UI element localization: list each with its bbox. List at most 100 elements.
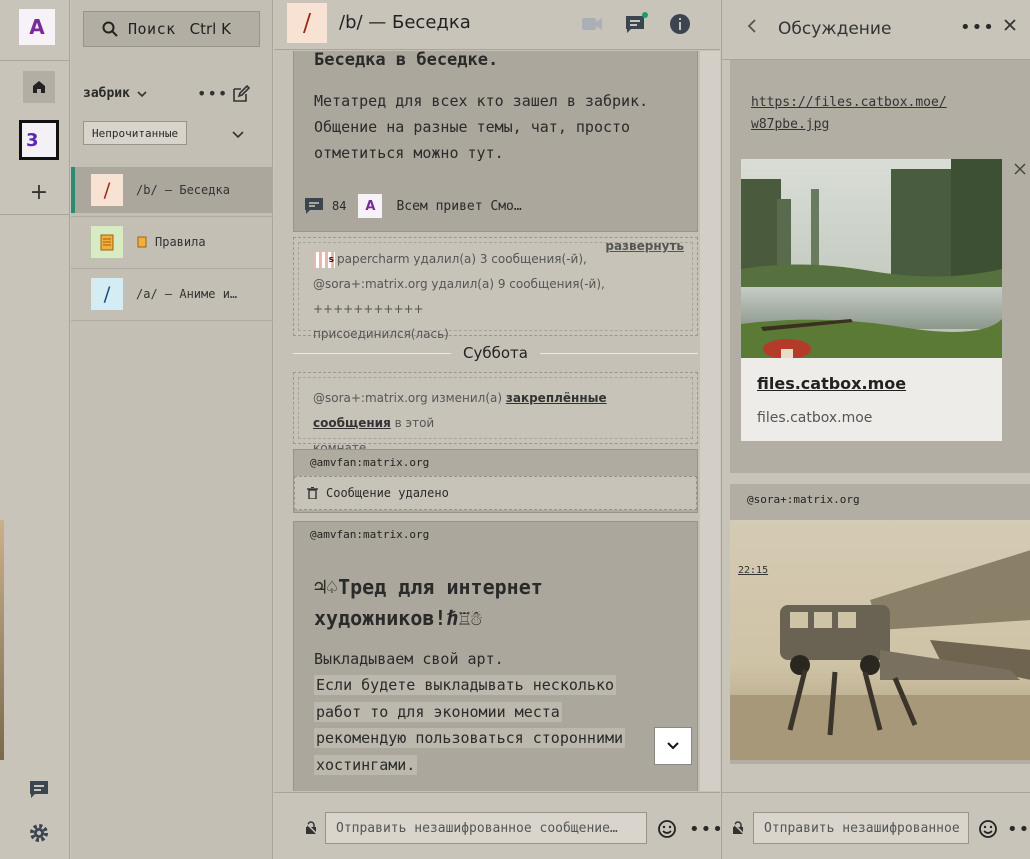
- threads-button[interactable]: [23, 773, 55, 805]
- space-name: забрик: [83, 86, 130, 101]
- room-item-rules[interactable]: Правила: [71, 219, 273, 265]
- deleted-message[interactable]: @amvfan:matrix.org Сообщение удалено: [293, 449, 698, 513]
- message-composer: Отправить незашифрованное сообщение… •••: [274, 792, 723, 859]
- room-info-button[interactable]: [668, 12, 692, 36]
- message-title: художников!ℏ♖☃: [314, 606, 483, 630]
- quote-line: Если будете выкладывать несколько: [314, 675, 617, 695]
- settings-button[interactable]: [23, 817, 55, 849]
- emoji-icon[interactable]: [978, 819, 998, 839]
- art-thread-message[interactable]: @amvfan:matrix.org ♃♤Тред для интернет х…: [293, 521, 698, 791]
- quote-line: хостингами.: [314, 754, 418, 775]
- video-camera-icon: [582, 18, 602, 30]
- gear-icon: [30, 824, 48, 842]
- thread-panel: Обсуждение ••• https://files.catbox.moe/…: [721, 0, 1030, 859]
- search-button[interactable]: Поиск Ctrl K: [83, 11, 260, 47]
- add-space-button[interactable]: +: [23, 176, 55, 208]
- event-text: в этой: [390, 416, 435, 430]
- compose-button[interactable]: [231, 84, 253, 106]
- message-title: Беседка в беседке.: [314, 51, 499, 70]
- account-avatar[interactable]: A: [19, 9, 55, 45]
- thread-title: Обсуждение: [778, 19, 892, 39]
- timeline-scrollbar[interactable]: [700, 51, 720, 791]
- rail-divider: [0, 214, 70, 215]
- space-options-button[interactable]: •••: [197, 84, 228, 103]
- message-image[interactable]: 22:15: [730, 520, 1030, 760]
- thread-message[interactable]: https://files.catbox.moe/ w87pbe.jpg fil…: [730, 60, 1030, 473]
- pin-change-event: @sora+:matrix.org изменил(а) закреплённы…: [293, 372, 698, 455]
- thread-last-preview: Всем привет Смо…: [396, 198, 522, 214]
- link-text: https://files.catbox.moe/: [751, 95, 947, 110]
- trash-icon: [307, 487, 318, 499]
- threads-toggle-button[interactable]: [624, 12, 648, 36]
- thread-composer-more-button[interactable]: •••: [1007, 819, 1030, 840]
- room-name: /b/ — Беседка: [136, 183, 230, 197]
- preview-title[interactable]: files.catbox.moe: [757, 374, 906, 393]
- room-header: / /b/ — Беседка: [274, 0, 720, 50]
- room-avatar: [91, 226, 123, 258]
- search-label: Поиск: [128, 20, 176, 38]
- unencrypted-lock-icon: [732, 821, 744, 834]
- search-shortcut: Ctrl K: [189, 20, 231, 38]
- room-name: /a/ — Аниме и…: [136, 287, 238, 301]
- info-icon: [670, 14, 690, 34]
- room-view: / /b/ — Беседка Беседка в беседке. Метат…: [274, 0, 723, 859]
- url-preview-card[interactable]: files.catbox.moe files.catbox.moe: [741, 159, 1002, 441]
- thread-image-message[interactable]: @sora+:matrix.org 22:15: [730, 484, 1030, 764]
- message-input[interactable]: Отправить незашифрованное сообщение…: [325, 812, 647, 844]
- jump-to-bottom-button[interactable]: [654, 727, 692, 765]
- home-button[interactable]: [23, 71, 55, 103]
- preview-site: files.catbox.moe: [757, 410, 873, 426]
- preview-image: [741, 159, 1002, 358]
- deleted-text: Сообщение удалено: [326, 486, 449, 500]
- room-item-a[interactable]: / /a/ — Аниме и…: [71, 271, 273, 317]
- chat-bubble-icon: [30, 781, 48, 798]
- message-sender[interactable]: @amvfan:matrix.org: [310, 528, 429, 541]
- date-separator: Суббота: [293, 343, 698, 363]
- message-sender[interactable]: @amvfan:matrix.org: [310, 456, 429, 469]
- thread-summary[interactable]: 84 A Всем привет Смо…: [304, 194, 522, 218]
- message-sender[interactable]: @sora+:matrix.org: [747, 493, 860, 506]
- room-name: Правила: [155, 235, 206, 249]
- close-preview-icon[interactable]: [1014, 163, 1026, 175]
- quote-line: работ то для экономии места: [314, 701, 562, 722]
- message-timestamp[interactable]: 22:15: [738, 565, 768, 576]
- date-label: Суббота: [463, 344, 528, 362]
- chevron-down-icon: [137, 90, 147, 97]
- room-title[interactable]: /b/ — Беседка: [339, 12, 471, 33]
- message-body: Метатред для всех кто зашел в забрик. Об…: [314, 92, 649, 162]
- thread-header: Обсуждение •••: [722, 0, 1030, 60]
- chevron-down-icon: [232, 131, 244, 139]
- expand-events-link[interactable]: развернуть: [605, 239, 684, 253]
- room-item-b[interactable]: / /b/ — Беседка: [71, 167, 273, 213]
- room-avatar: /: [91, 174, 123, 206]
- thread-count: 84: [332, 199, 347, 213]
- notepad-icon: [137, 236, 147, 248]
- room-list-panel: Поиск Ctrl K забрик ••• Непрочитанные / …: [71, 0, 273, 859]
- space-name-menu[interactable]: забрик: [83, 86, 148, 101]
- landscape-image: [741, 159, 1002, 358]
- event-line: papercharm удалил(а) 3 сообщения(-й),: [337, 252, 587, 266]
- unread-filter[interactable]: Непрочитанные: [83, 121, 188, 145]
- video-call-button[interactable]: [580, 12, 604, 36]
- rail-divider: [0, 60, 70, 61]
- space-avatar[interactable]: 3: [19, 120, 59, 160]
- message-link[interactable]: https://files.catbox.moe/ w87pbe.jpg: [751, 92, 1011, 136]
- filter-expand-button[interactable]: [231, 126, 245, 145]
- close-icon[interactable]: [1002, 17, 1018, 33]
- thread-message-input[interactable]: Отправить незашифрованное сообщение…: [753, 812, 969, 844]
- thread-options-button[interactable]: •••: [960, 17, 995, 38]
- thread-last-avatar: A: [358, 194, 383, 218]
- sepia-bus-creature-image: [730, 520, 1030, 760]
- message-title: ♃♤Тред для интернет: [314, 575, 543, 599]
- room-header-avatar[interactable]: /: [287, 3, 327, 43]
- quote-line: рекомендую пользоваться сторонними: [314, 728, 626, 748]
- back-arrow-icon[interactable]: [746, 18, 758, 34]
- chevron-down-icon: [667, 742, 679, 750]
- compose-icon: [233, 84, 251, 102]
- composer-more-button[interactable]: •••: [689, 819, 724, 840]
- event-avatar: s: [313, 251, 335, 268]
- thread-root-message[interactable]: Беседка в беседке. Метатред для всех кто…: [293, 51, 698, 232]
- emoji-icon[interactable]: [657, 819, 677, 839]
- link-text: w87pbe.jpg: [751, 117, 830, 132]
- timeline[interactable]: Беседка в беседке. Метатред для всех кто…: [274, 51, 720, 791]
